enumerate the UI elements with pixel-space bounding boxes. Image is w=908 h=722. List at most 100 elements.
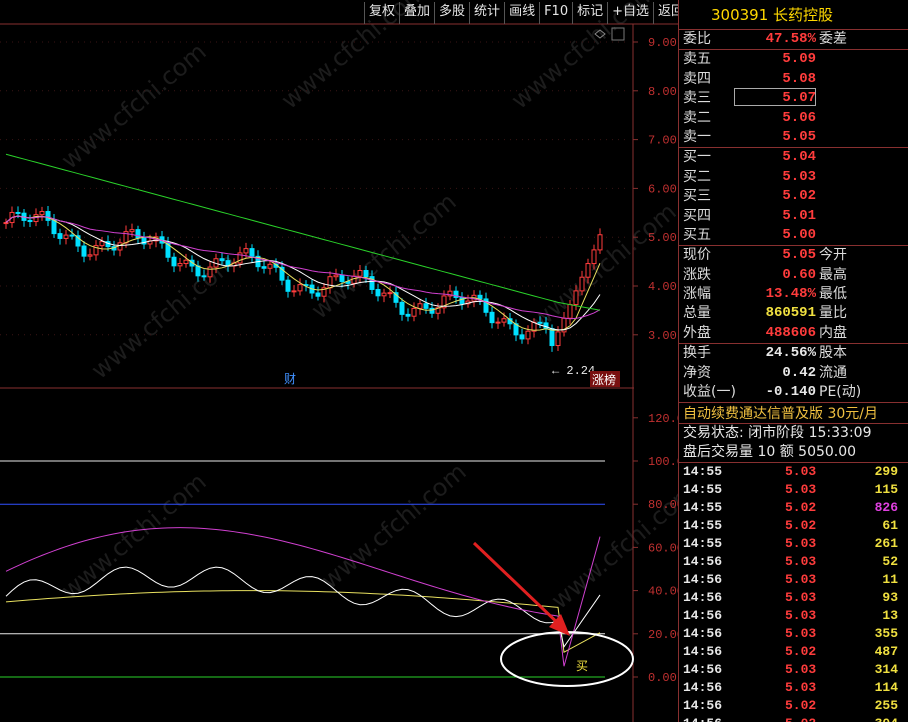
candle-body [351,275,357,284]
candle-body [87,254,93,257]
trade-volume: 115 [874,482,898,498]
bid-label: 买四 [683,207,711,224]
quote-label: 涨幅 [683,286,711,303]
trade-row: 14:56 5.03 52 [679,553,908,571]
ask-row[interactable]: 卖二 5.06 [679,109,908,128]
price-axis-label: 6.00 [648,182,677,196]
fundamental-row: 换手 24.56% 股本 [679,344,908,363]
ma-white-line [5,215,601,331]
kline-chart-svg[interactable]: www.cfchi.com www.cfchi.com www.cfchi.comw… [0,0,678,722]
toolbar-add-watchlist-button[interactable]: +自选 [607,2,653,24]
selected-price-cell [734,88,816,106]
toolbar-draw-button[interactable]: 画线 [504,2,539,24]
trade-price: 5.03 [785,590,817,606]
trade-price: 5.02 [785,500,817,516]
quote-right-label: 最低 [819,286,847,303]
candle-body [405,313,411,317]
fundamental-label: 收益(一) [683,384,736,401]
tick-trade-list[interactable]: 14:55 5.03 299 14:55 5.03 115 14:55 5.02 826 14:5… [679,463,908,722]
trade-row: 14:55 5.03 261 [679,535,908,553]
candle-body [45,211,51,221]
trade-row: 14:56 5.02 255 [679,697,908,715]
wei-bi-label: 委比 [683,31,711,47]
after-hours-volume: 盘后交易量 10 额 5050.00 [683,444,857,461]
quote-value: 488606 [765,324,816,341]
toolbar-mark-button[interactable]: 标记 [572,2,607,24]
kline-chart-area[interactable]: www.cfchi.com www.cfchi.com www.cfchi.com w… [0,0,678,722]
trade-row: 14:56 5.03 93 [679,589,908,607]
fundamental-row: 收益(一) -0.140 PE(动) [679,383,908,402]
bid-price: 5.02 [782,188,816,205]
trade-volume: 52 [882,554,898,570]
fundamental-value: 24.56% [765,345,816,362]
ask-row[interactable]: 卖四 5.08 [679,70,908,89]
price-axis-label: 7.00 [648,134,677,148]
bid-row[interactable]: 买五 5.00 [679,226,908,245]
trade-row: 14:56 5.03 355 [679,625,908,643]
candle-body [525,330,531,340]
trade-time: 14:56 [683,680,723,696]
fundamental-row: 净资 0.42 流通 [679,364,908,383]
quote-row: 总量 860591 量比 [679,304,908,323]
subscription-ad-link[interactable]: 自动续费通达信普及版 30元/月 [679,402,908,425]
candle-body [483,298,489,313]
toolbar-stats-button[interactable]: 统计 [469,2,504,24]
trade-volume: 487 [874,644,898,660]
toolbar-f10-button[interactable]: F10 [539,2,572,24]
bid-price: 5.00 [782,226,816,243]
candle-body [537,321,543,324]
indicator-d-line [5,590,601,653]
bid-list: 买一 5.04 买二 5.03 买三 5.02 买四 5.01 买五 5.00 [679,148,908,245]
candle-body [267,263,273,269]
bid-row[interactable]: 买二 5.03 [679,168,908,187]
ask-row[interactable]: 卖五 5.09 [679,50,908,69]
candle-body [195,265,201,277]
trade-row: 14:56 5.03 314 [679,661,908,679]
candle-body [219,258,225,262]
trade-time: 14:56 [683,644,723,660]
candle-body [99,241,105,247]
trade-volume: 13 [882,608,898,624]
trade-volume: 261 [874,536,898,552]
candle-body [573,290,579,306]
trade-row: 14:55 5.02 61 [679,517,908,535]
bid-row[interactable]: 买四 5.01 [679,207,908,226]
trade-row: 14:56 5.02 487 [679,643,908,661]
quote-row: 外盘 488606 内盘 [679,324,908,343]
bid-row[interactable]: 买三 5.02 [679,187,908,206]
trade-volume: 314 [874,662,898,678]
quote-right-label: 内盘 [819,324,847,341]
candle-body [27,219,33,223]
trade-volume: 826 [874,500,898,516]
candle-body [291,290,297,293]
price-axis-label: 8.00 [648,85,677,99]
candle-body [555,331,561,347]
toolbar-fuquan-button[interactable]: 复权 [364,2,399,24]
ind-axis-label: 40.00 [648,585,678,599]
bid-row[interactable]: 买一 5.04 [679,148,908,167]
ask-row[interactable]: 卖一 5.05 [679,128,908,147]
quote-value: 0.60 [782,266,816,283]
trade-time: 14:56 [683,554,723,570]
trade-time: 14:56 [683,626,723,642]
toolbar-overlay-button[interactable]: 叠加 [399,2,434,24]
trade-price: 5.03 [785,554,817,570]
quote-row: 涨跌 0.60 最高 [679,266,908,285]
ind-axis-label: 0.00 [648,671,677,685]
candle-body [585,263,591,278]
trade-price: 5.02 [785,518,817,534]
candle-body [549,328,555,347]
quote-label: 总量 [683,305,711,322]
trade-time: 14:55 [683,500,723,516]
candle-body [519,334,525,340]
stock-header: 300391 长药控股 [679,0,908,30]
trade-price: 5.03 [785,626,817,642]
candle-body [387,292,393,295]
price-axis-label: 5.00 [648,231,677,245]
trade-volume: 355 [874,626,898,642]
fundamental-value: 0.42 [782,364,816,381]
ind-axis-label: 120.00 [648,412,678,426]
toolbar-multi-stock-button[interactable]: 多股 [434,2,469,24]
trade-price: 5.03 [785,536,817,552]
candle-body [243,248,249,254]
